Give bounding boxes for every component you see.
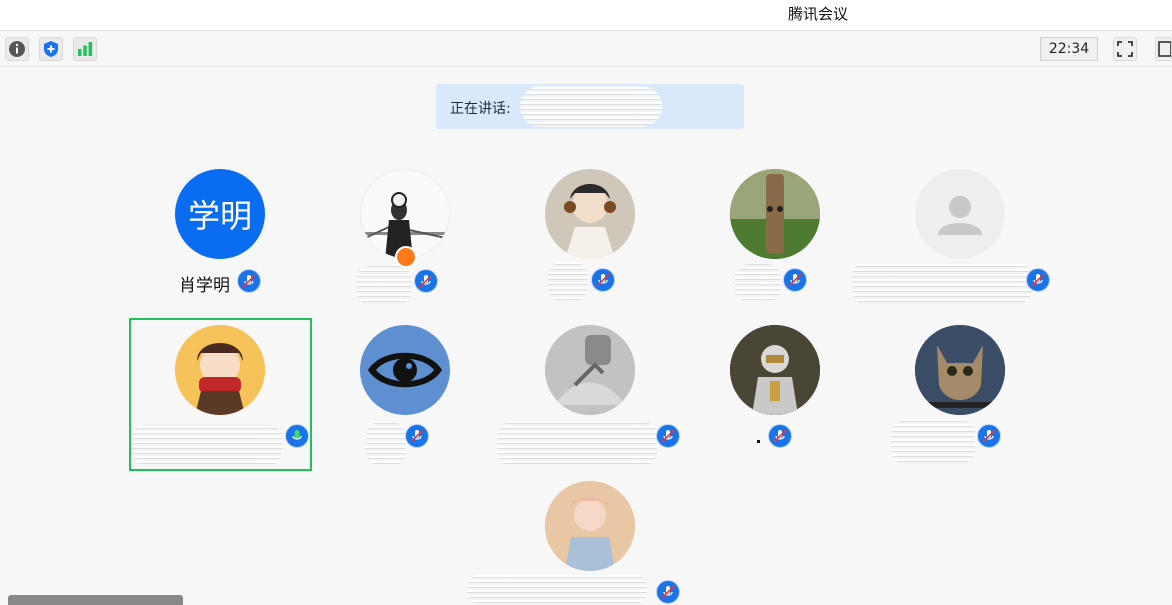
redacted-name xyxy=(366,422,406,466)
layout-icon xyxy=(1157,41,1171,57)
participant-avatar[interactable]: 学明 xyxy=(175,169,265,259)
mic-muted-icon[interactable] xyxy=(1026,268,1050,292)
mic-muted-icon[interactable] xyxy=(405,424,429,448)
meeting-clock: 22:34 xyxy=(1040,37,1098,61)
mic-muted-icon[interactable] xyxy=(656,424,680,448)
mic-active-icon[interactable] xyxy=(285,424,309,448)
participant-avatar[interactable] xyxy=(730,325,820,415)
avatar-image xyxy=(545,481,635,571)
avatar-image xyxy=(545,325,635,415)
redacted-name xyxy=(735,264,781,302)
participant-avatar[interactable] xyxy=(915,169,1005,259)
mic-muted-icon[interactable] xyxy=(414,269,438,293)
avatar-image xyxy=(175,325,265,415)
avatar-image xyxy=(915,325,1005,415)
mic-muted-icon[interactable] xyxy=(656,580,680,604)
avatar-initials: 学明 xyxy=(187,197,252,235)
redacted-name xyxy=(891,420,975,464)
avatar-image xyxy=(730,325,820,415)
avatar-image xyxy=(730,169,820,259)
redacted-name xyxy=(497,422,657,466)
app-title: 腾讯会议 xyxy=(788,5,849,23)
speaking-banner: 正在讲话: xyxy=(436,84,744,129)
info-button[interactable] xyxy=(5,37,29,61)
name-dot xyxy=(757,440,760,443)
participant-avatar[interactable] xyxy=(545,481,635,571)
redacted-speaker-name xyxy=(520,86,662,127)
participant-avatar[interactable] xyxy=(175,325,265,415)
participant-name: 肖学明 xyxy=(179,276,230,296)
mic-muted-icon[interactable] xyxy=(237,269,261,293)
redacted-name xyxy=(356,266,412,304)
signal-icon xyxy=(78,42,93,56)
shield-icon xyxy=(44,41,58,57)
avatar-image xyxy=(545,169,635,259)
mic-muted-icon[interactable] xyxy=(783,268,807,292)
fullscreen-icon xyxy=(1117,41,1133,57)
participant-avatar[interactable] xyxy=(360,325,450,415)
host-badge-icon xyxy=(395,246,417,268)
participant-avatar[interactable] xyxy=(730,169,820,259)
fullscreen-button[interactable] xyxy=(1113,37,1137,61)
eye-icon xyxy=(368,352,442,388)
title-bar: 腾讯会议 xyxy=(0,0,1172,31)
network-button[interactable] xyxy=(73,37,97,61)
participant-avatar[interactable] xyxy=(545,169,635,259)
participant-avatar[interactable] xyxy=(545,325,635,415)
info-icon xyxy=(9,41,25,57)
mic-muted-icon[interactable] xyxy=(977,424,1001,448)
redacted-name xyxy=(852,262,1032,304)
toolbar: 22:34 xyxy=(0,31,1172,67)
participant-avatar[interactable] xyxy=(915,325,1005,415)
mic-muted-icon[interactable] xyxy=(591,268,615,292)
bottom-panel-tab[interactable] xyxy=(8,595,183,605)
redacted-name xyxy=(548,262,588,302)
layout-button[interactable] xyxy=(1155,37,1172,61)
redacted-name xyxy=(467,574,647,605)
mic-muted-icon[interactable] xyxy=(768,424,792,448)
default-user-icon xyxy=(938,196,982,235)
speaking-label: 正在讲话: xyxy=(450,101,511,117)
security-button[interactable] xyxy=(39,37,63,61)
redacted-name xyxy=(132,424,282,466)
